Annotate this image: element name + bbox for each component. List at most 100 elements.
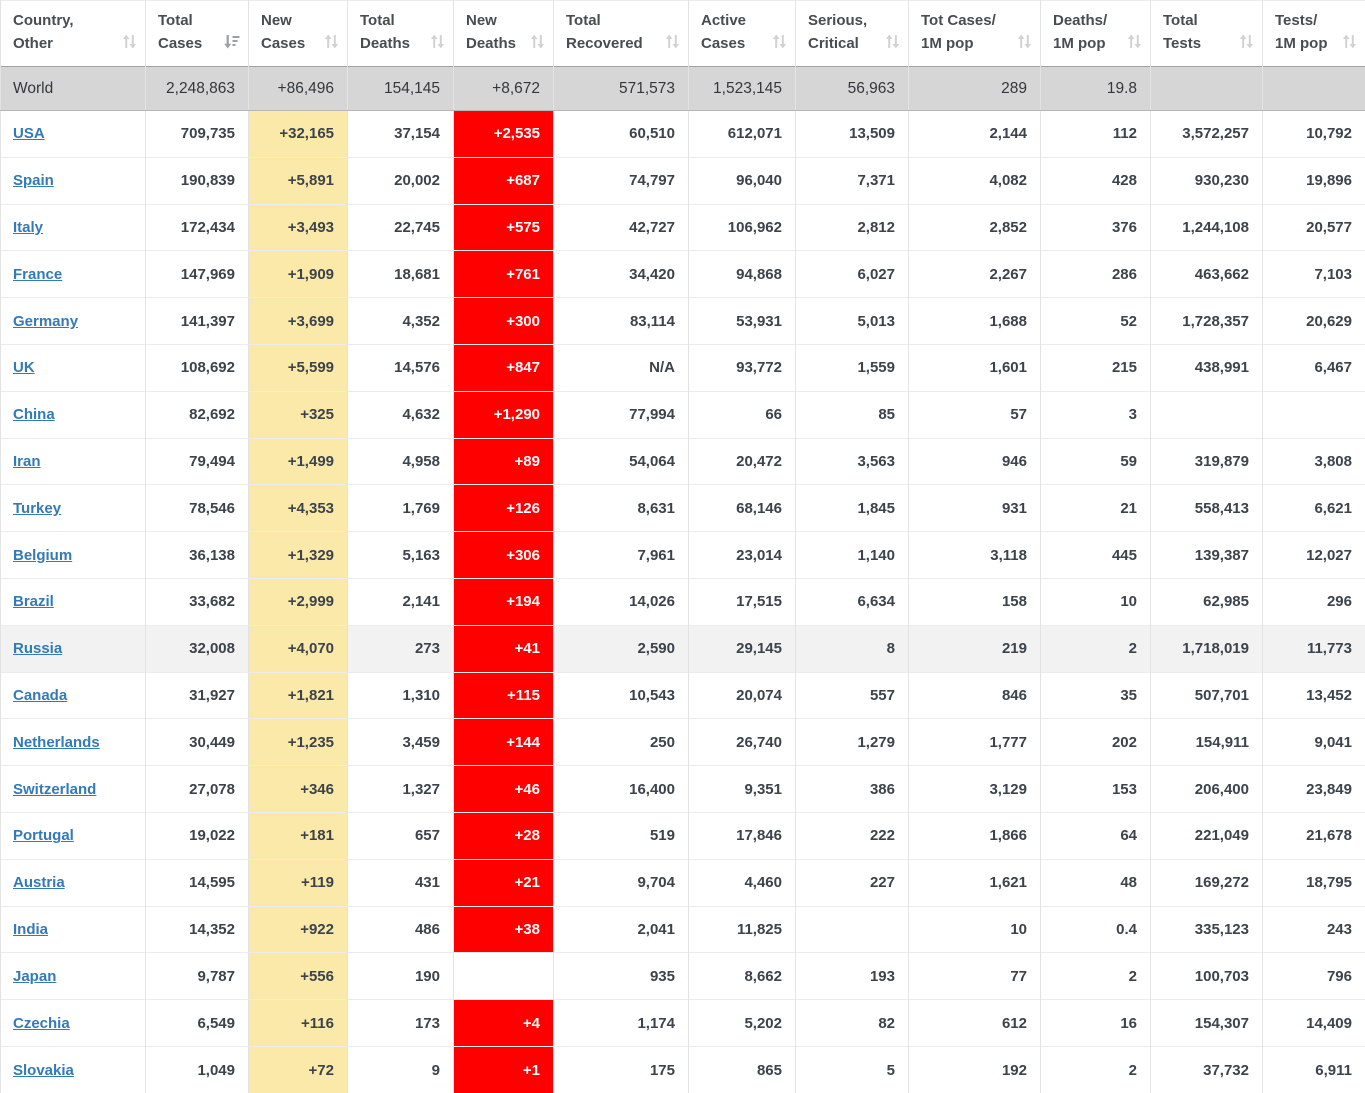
country-link[interactable]: Belgium [13,547,72,564]
cell-total-recovered: 2,041 [554,906,689,953]
country-link[interactable]: Austria [13,874,65,891]
column-header-new-cases[interactable]: NewCases [249,1,348,67]
cell-active-cases: 68,146 [689,485,796,532]
cell-total-recovered: 571,573 [554,67,689,111]
cell-new-deaths: +761 [454,251,554,298]
cell-new-deaths: +8,672 [454,67,554,111]
cell-tot-cases-1m-pop: 3,129 [909,766,1041,813]
cell-serious-critical: 13,509 [796,111,909,158]
cell-serious-critical: 1,140 [796,532,909,579]
cell-serious-critical: 85 [796,391,909,438]
country-link[interactable]: India [13,921,48,938]
country-link[interactable]: Iran [13,453,41,470]
country-link[interactable]: Canada [13,687,67,704]
cell-serious-critical: 7,371 [796,157,909,204]
cell-tests-1m-pop: 14,409 [1263,1000,1365,1047]
country-link[interactable]: Germany [13,313,78,330]
sort-amount-desc-icon [224,34,240,49]
cell-total-deaths: 190 [348,953,454,1000]
cell-tot-cases-1m-pop: 289 [909,67,1041,111]
column-header-deaths-1m-pop[interactable]: Deaths/1M pop [1041,1,1151,67]
column-header-total-tests[interactable]: TotalTests [1151,1,1263,67]
cell-total-recovered: 2,590 [554,625,689,672]
cell-total-recovered: 7,961 [554,532,689,579]
column-header-total-recovered[interactable]: TotalRecovered [554,1,689,67]
cell-total-deaths: 20,002 [348,157,454,204]
cell-tests-1m-pop: 9,041 [1263,719,1365,766]
cell-tot-cases-1m-pop: 1,688 [909,298,1041,345]
cell-total-deaths: 3,459 [348,719,454,766]
table-row: Canada31,927+1,8211,310+11510,54320,0745… [1,672,1365,719]
country-link[interactable]: Russia [13,640,62,657]
cell-country-other: Netherlands [1,719,146,766]
cell-total-deaths: 4,352 [348,298,454,345]
cell-new-cases: +1,329 [249,532,348,579]
cell-total-deaths: 14,576 [348,344,454,391]
cell-total-tests: 62,985 [1151,578,1263,625]
table-row: Czechia6,549+116173+41,1745,202826121615… [1,1000,1365,1047]
column-header-label: Tot Cases/1M pop [921,9,996,56]
column-header-new-deaths[interactable]: NewDeaths [454,1,554,67]
cell-deaths-1m-pop: 59 [1041,438,1151,485]
column-header-tot-cases-1m-pop[interactable]: Tot Cases/1M pop [909,1,1041,67]
cell-active-cases: 23,014 [689,532,796,579]
country-link[interactable]: Portugal [13,827,74,844]
country-link[interactable]: UK [13,359,35,376]
cell-serious-critical: 222 [796,812,909,859]
sort-updown-icon [1017,34,1032,49]
table-row: Germany141,397+3,6994,352+30083,11453,93… [1,298,1365,345]
country-link[interactable]: USA [13,125,45,142]
cell-serious-critical: 2,812 [796,204,909,251]
table-row: Iran79,494+1,4994,958+8954,06420,4723,56… [1,438,1365,485]
cell-serious-critical: 1,845 [796,485,909,532]
cell-total-recovered: 1,174 [554,1000,689,1047]
country-link[interactable]: Japan [13,968,56,985]
column-header-active-cases[interactable]: ActiveCases [689,1,796,67]
cell-country-other: Belgium [1,532,146,579]
cell-tests-1m-pop: 11,773 [1263,625,1365,672]
cell-total-recovered: 8,631 [554,485,689,532]
country-link[interactable]: Netherlands [13,734,100,751]
cell-new-deaths: +2,535 [454,111,554,158]
cell-active-cases: 20,074 [689,672,796,719]
country-link[interactable]: Brazil [13,593,54,610]
country-link[interactable]: Turkey [13,500,61,517]
country-link[interactable]: China [13,406,55,423]
cell-total-deaths: 486 [348,906,454,953]
cell-country-other: France [1,251,146,298]
country-link[interactable]: Spain [13,172,54,189]
cell-active-cases: 53,931 [689,298,796,345]
cell-total-cases: 31,927 [146,672,249,719]
country-link[interactable]: Switzerland [13,781,96,798]
column-header-label: Country,Other [13,9,74,56]
country-link[interactable]: Czechia [13,1015,70,1032]
column-header-label: Tests/1M pop [1275,9,1328,56]
cell-new-deaths [454,953,554,1000]
cell-total-tests: 3,572,257 [1151,111,1263,158]
cell-new-deaths: +4 [454,1000,554,1047]
cell-tot-cases-1m-pop: 219 [909,625,1041,672]
cell-active-cases: 17,846 [689,812,796,859]
cell-total-cases: 79,494 [146,438,249,485]
country-link[interactable]: Slovakia [13,1062,74,1079]
cell-country-other: World [1,67,146,111]
column-header-total-cases[interactable]: TotalCases [146,1,249,67]
sort-updown-icon [665,34,680,49]
column-header-serious-critical[interactable]: Serious,Critical [796,1,909,67]
cell-new-cases: +4,353 [249,485,348,532]
column-header-country-other[interactable]: Country,Other [1,1,146,67]
cell-total-deaths: 4,958 [348,438,454,485]
country-link[interactable]: France [13,266,62,283]
cell-new-deaths: +194 [454,578,554,625]
column-header-tests-1m-pop[interactable]: Tests/1M pop [1263,1,1365,67]
cell-total-cases: 6,549 [146,1000,249,1047]
country-link[interactable]: Italy [13,219,43,236]
cell-tot-cases-1m-pop: 57 [909,391,1041,438]
column-header-total-deaths[interactable]: TotalDeaths [348,1,454,67]
cell-total-cases: 78,546 [146,485,249,532]
cell-total-cases: 172,434 [146,204,249,251]
cell-active-cases: 11,825 [689,906,796,953]
cell-deaths-1m-pop: 19.8 [1041,67,1151,111]
cell-country-other: Iran [1,438,146,485]
table-row: India14,352+922486+382,04111,825100.4335… [1,906,1365,953]
